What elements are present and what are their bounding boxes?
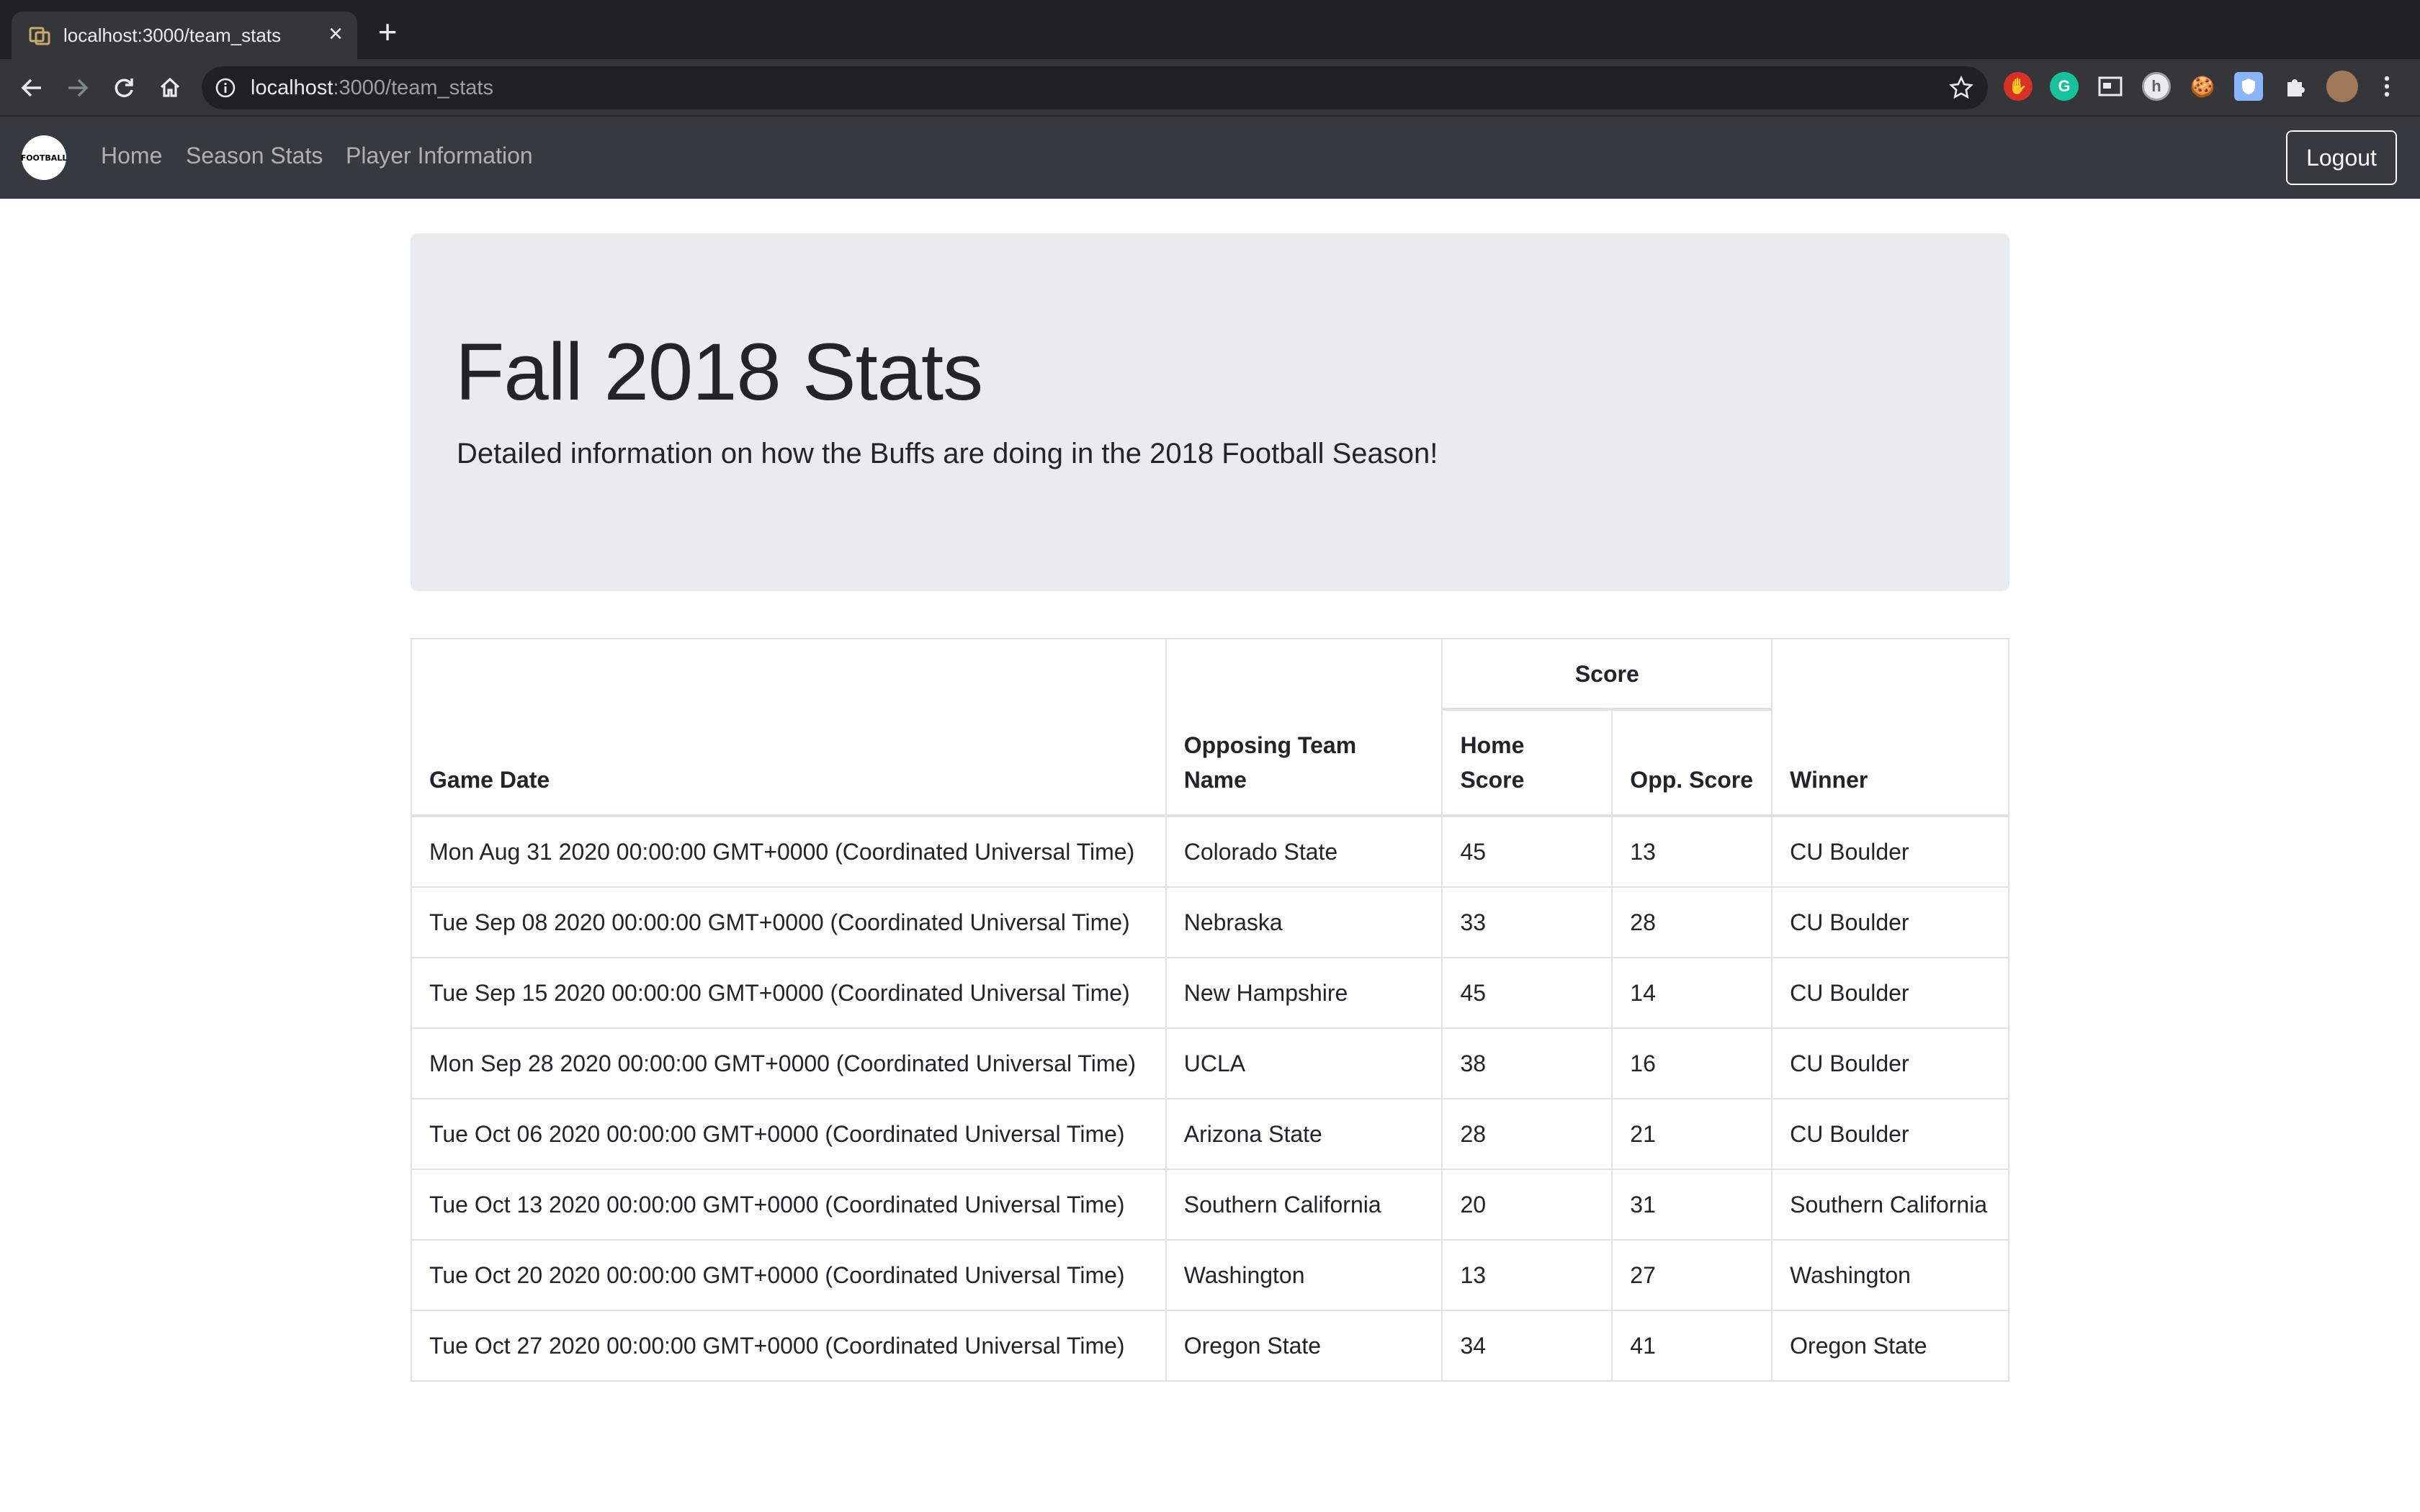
cell-winner: Washington — [1771, 1239, 2009, 1311]
page-title: Fall 2018 Stats — [455, 327, 983, 417]
cell-home-score: 33 — [1441, 886, 1613, 958]
cell-home-score: 38 — [1441, 1027, 1613, 1099]
table-row: Tue Oct 27 2020 00:00:00 GMT+0000 (Coord… — [411, 1310, 2009, 1382]
table-row: Mon Aug 31 2020 00:00:00 GMT+0000 (Coord… — [411, 815, 2009, 888]
buffs-football-logo[interactable]: FOOTBALL — [20, 135, 68, 180]
buffalo-favicon-icon — [29, 27, 50, 45]
cookie-icon[interactable]: 🍪 — [2188, 72, 2217, 101]
adblock-icon[interactable]: ✋ — [2004, 72, 2033, 101]
table-row: Mon Sep 28 2020 00:00:00 GMT+0000 (Coord… — [411, 1027, 2009, 1099]
cell-game-date: Tue Oct 06 2020 00:00:00 GMT+0000 (Coord… — [411, 1098, 1167, 1170]
page-lead: Detailed information on how the Buffs ar… — [457, 438, 1438, 469]
nav-link-season-stats[interactable]: Season Stats — [186, 143, 323, 169]
cell-winner: CU Boulder — [1771, 1098, 2009, 1170]
logout-button[interactable]: Logout — [2286, 130, 2397, 185]
cell-opponent: UCLA — [1165, 1027, 1443, 1099]
cell-winner: CU Boulder — [1771, 815, 2009, 888]
table-row: Tue Oct 20 2020 00:00:00 GMT+0000 (Coord… — [411, 1239, 2009, 1311]
jumbotron: Fall 2018 Stats Detailed information on … — [411, 233, 2009, 591]
new-tab-plus-icon[interactable]: + — [370, 15, 405, 50]
window-icon[interactable] — [2096, 72, 2125, 101]
cell-opponent: Oregon State — [1165, 1310, 1443, 1382]
site-navbar: FOOTBALL Home Season Stats Player Inform… — [0, 117, 2420, 199]
cell-winner: CU Boulder — [1771, 1027, 2009, 1099]
cell-opponent: Washington — [1165, 1239, 1443, 1311]
cell-winner: Southern California — [1771, 1169, 2009, 1241]
cell-opponent: Arizona State — [1165, 1098, 1443, 1170]
url-path: :3000/team_stats — [333, 76, 493, 99]
cell-game-date: Mon Aug 31 2020 00:00:00 GMT+0000 (Coord… — [411, 815, 1167, 888]
cell-opponent: Nebraska — [1165, 886, 1443, 958]
home-icon[interactable] — [154, 72, 186, 104]
cell-game-date: Tue Sep 08 2020 00:00:00 GMT+0000 (Coord… — [411, 886, 1167, 958]
header-game-date: Game Date — [411, 638, 1167, 817]
cell-opponent: New Hampshire — [1165, 957, 1443, 1029]
cell-opp-score: 16 — [1611, 1027, 1773, 1099]
cell-opponent: Southern California — [1165, 1169, 1443, 1241]
bookmark-star-icon[interactable] — [1949, 76, 1973, 100]
cell-opp-score: 27 — [1611, 1239, 1773, 1311]
reload-icon[interactable] — [108, 72, 140, 104]
tab-title: localhost:3000/team_stats — [63, 24, 282, 46]
header-opposing-team: Opposing Team Name — [1165, 638, 1443, 817]
cell-opponent: Colorado State — [1165, 815, 1443, 888]
cell-home-score: 34 — [1441, 1310, 1613, 1382]
cell-opp-score: 28 — [1611, 886, 1773, 958]
header-home-score: Home Score — [1441, 708, 1613, 817]
grammarly-icon[interactable]: G — [2050, 72, 2079, 101]
puzzle-icon[interactable] — [2280, 72, 2309, 101]
cell-opp-score: 41 — [1611, 1310, 1773, 1382]
shield-ext-icon[interactable] — [2234, 72, 2263, 101]
browser-toolbar: localhost:3000/team_stats ✋ G h 🍪 — [0, 59, 2420, 117]
back-arrow-icon[interactable] — [16, 72, 48, 104]
cell-opp-score: 14 — [1611, 957, 1773, 1029]
logo-text: FOOTBALL — [20, 153, 68, 163]
nav-link-home[interactable]: Home — [101, 143, 162, 169]
cell-opp-score: 13 — [1611, 815, 1773, 888]
address-bar[interactable]: localhost:3000/team_stats — [202, 66, 1988, 109]
cell-home-score: 45 — [1441, 957, 1613, 1029]
cell-winner: CU Boulder — [1771, 957, 2009, 1029]
cell-game-date: Mon Sep 28 2020 00:00:00 GMT+0000 (Coord… — [411, 1027, 1167, 1099]
cell-game-date: Tue Oct 20 2020 00:00:00 GMT+0000 (Coord… — [411, 1239, 1167, 1311]
cell-home-score: 45 — [1441, 815, 1613, 888]
site-info-icon[interactable] — [215, 77, 236, 99]
cell-winner: CU Boulder — [1771, 886, 2009, 958]
cell-home-score: 28 — [1441, 1098, 1613, 1170]
table-row: Tue Sep 08 2020 00:00:00 GMT+0000 (Coord… — [411, 886, 2009, 958]
kebab-menu-icon[interactable] — [2372, 72, 2401, 101]
cell-home-score: 13 — [1441, 1239, 1613, 1311]
cell-game-date: Tue Oct 27 2020 00:00:00 GMT+0000 (Coord… — [411, 1310, 1167, 1382]
forward-arrow-icon[interactable] — [62, 72, 94, 104]
nav-link-player-information[interactable]: Player Information — [346, 143, 533, 169]
browser-tab[interactable]: localhost:3000/team_stats × — [12, 12, 357, 59]
tab-close-icon[interactable]: × — [323, 22, 349, 46]
url-text: localhost:3000/team_stats — [251, 76, 493, 100]
cell-game-date: Tue Oct 13 2020 00:00:00 GMT+0000 (Coord… — [411, 1169, 1167, 1241]
cell-winner: Oregon State — [1771, 1310, 2009, 1382]
browser-tab-strip: localhost:3000/team_stats × + — [0, 0, 2420, 59]
avatar-icon[interactable] — [2326, 71, 2358, 102]
header-winner: Winner — [1771, 638, 2009, 817]
url-host: localhost — [251, 76, 333, 99]
cell-opp-score: 31 — [1611, 1169, 1773, 1241]
table-row: Tue Sep 15 2020 00:00:00 GMT+0000 (Coord… — [411, 957, 2009, 1029]
cell-opp-score: 21 — [1611, 1098, 1773, 1170]
profile-h-icon[interactable]: h — [2142, 72, 2171, 101]
header-opp-score: Opp. Score — [1611, 708, 1773, 817]
cell-home-score: 20 — [1441, 1169, 1613, 1241]
cell-game-date: Tue Sep 15 2020 00:00:00 GMT+0000 (Coord… — [411, 957, 1167, 1029]
table-row: Tue Oct 13 2020 00:00:00 GMT+0000 (Coord… — [411, 1169, 2009, 1241]
header-score-group: Score — [1441, 638, 1773, 711]
table-row: Tue Oct 06 2020 00:00:00 GMT+0000 (Coord… — [411, 1098, 2009, 1170]
season-stats-table: Game Date Opposing Team Name Score Winne… — [411, 638, 2009, 1382]
